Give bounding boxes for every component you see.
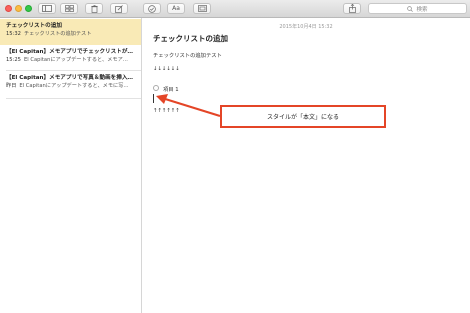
annotation-callout: スタイルが「本文」になる <box>220 105 386 128</box>
notes-window: Aa 検索 チェックリストの追加 15:32 チェックリストの追加テスト 【El … <box>0 0 470 313</box>
annotation-arrow <box>156 94 221 118</box>
